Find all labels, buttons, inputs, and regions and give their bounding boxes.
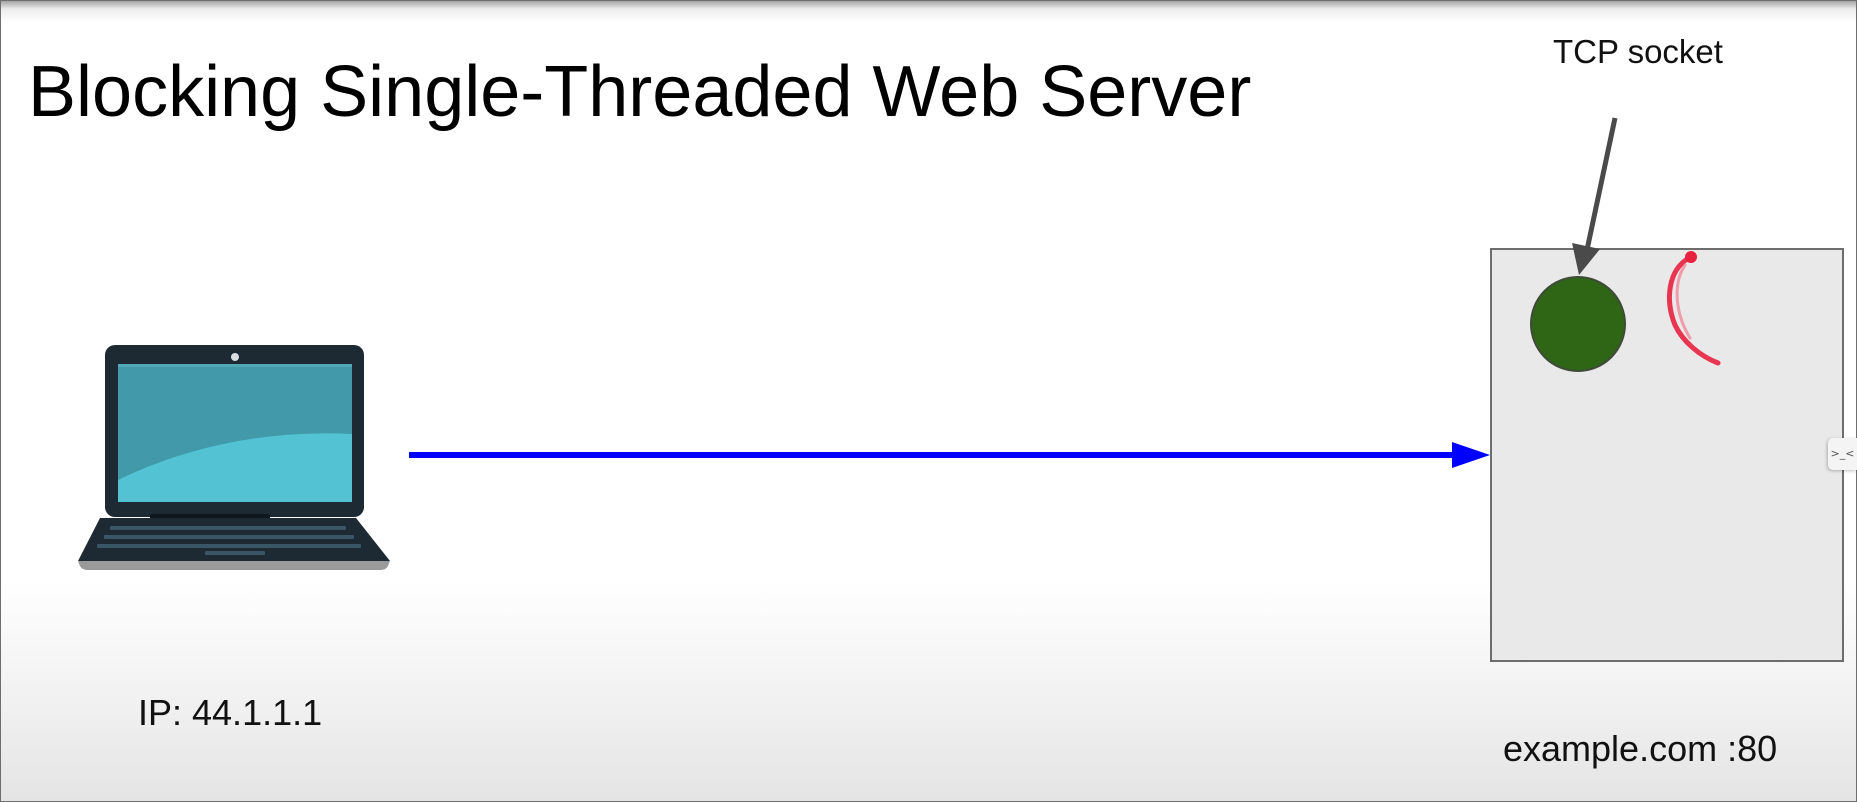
request-arrow xyxy=(409,442,1490,468)
socket-pointer-arrow xyxy=(1572,117,1618,275)
side-panel-handle[interactable]: >_< xyxy=(1828,438,1857,470)
red-annotation-stroke xyxy=(1667,251,1721,366)
server-address-label: example.com :80 xyxy=(1503,728,1778,769)
diagram-arrows xyxy=(409,117,1721,468)
